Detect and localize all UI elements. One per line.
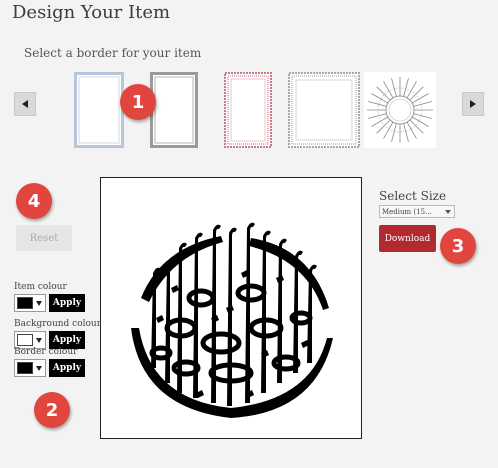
background-colour-label: Background colour bbox=[14, 319, 102, 329]
item-colour-swatch bbox=[17, 297, 33, 309]
step-badge-4: 4 bbox=[16, 183, 52, 219]
background-colour-swatch bbox=[17, 334, 33, 346]
border-colour-picker[interactable] bbox=[14, 359, 46, 377]
border-thumbnail-grey[interactable] bbox=[150, 72, 198, 148]
reset-button[interactable]: Reset bbox=[16, 225, 72, 251]
border-colour-swatch bbox=[17, 362, 33, 374]
calligraphy-artwork bbox=[131, 222, 333, 418]
chevron-down-icon bbox=[36, 337, 42, 343]
step-badge-3: 3 bbox=[440, 228, 476, 264]
chevron-down-icon bbox=[36, 365, 42, 371]
download-button[interactable]: Download bbox=[379, 225, 436, 252]
page-title: Design Your Item bbox=[12, 2, 171, 23]
chevron-left-icon bbox=[22, 100, 28, 108]
chevron-down-icon bbox=[36, 300, 42, 306]
item-colour-picker[interactable] bbox=[14, 294, 46, 312]
item-colour-apply-button[interactable]: Apply bbox=[49, 294, 85, 312]
size-select-value: Medium (15... bbox=[382, 207, 432, 216]
step-badge-2: 2 bbox=[34, 392, 70, 428]
carousel-prev-button[interactable] bbox=[14, 92, 36, 116]
step-badge-1: 1 bbox=[120, 84, 156, 120]
size-label: Select Size bbox=[379, 189, 447, 203]
design-preview-canvas bbox=[100, 177, 362, 439]
item-colour-label: Item colour bbox=[14, 282, 67, 292]
border-thumbnail-pink-ornate[interactable] bbox=[224, 72, 272, 148]
chevron-right-icon bbox=[470, 100, 476, 108]
border-colour-label: Border colour bbox=[14, 347, 78, 357]
border-thumbnail-grey-ornate[interactable] bbox=[288, 72, 360, 148]
chevron-down-icon bbox=[445, 210, 451, 214]
border-selector-label: Select a border for your item bbox=[24, 46, 202, 60]
border-thumbnail-light-blue[interactable] bbox=[74, 72, 124, 148]
border-thumbnail-circular-mandala[interactable] bbox=[364, 72, 436, 148]
carousel-next-button[interactable] bbox=[462, 92, 484, 116]
size-select[interactable]: Medium (15... bbox=[379, 205, 455, 218]
border-colour-apply-button[interactable]: Apply bbox=[49, 359, 85, 377]
